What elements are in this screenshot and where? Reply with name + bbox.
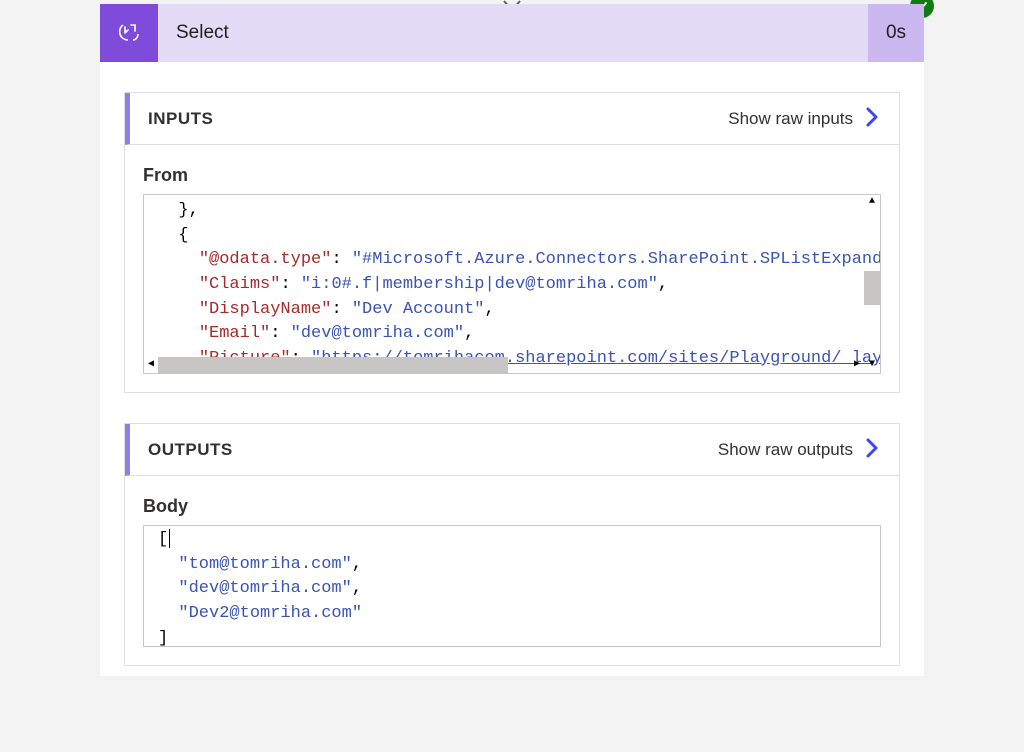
horizontal-scroll-thumb[interactable]	[158, 357, 508, 373]
action-duration: 0s	[868, 4, 924, 62]
scroll-down-arrow-icon[interactable]: ▼	[864, 357, 880, 373]
from-field-label: From	[143, 165, 881, 186]
action-card: Select 0s INPUTS Show raw inputs From },…	[100, 4, 924, 676]
outputs-panel-title: OUTPUTS	[148, 440, 718, 460]
inputs-panel-title: INPUTS	[148, 109, 728, 129]
inputs-panel-header: INPUTS Show raw inputs	[125, 93, 899, 145]
vertical-scrollbar[interactable]: ▲	[864, 195, 880, 357]
inputs-panel: INPUTS Show raw inputs From }, { "@odata…	[124, 92, 900, 393]
chevron-right-icon[interactable]	[863, 438, 881, 461]
action-header[interactable]: Select 0s	[100, 4, 924, 62]
scroll-left-arrow-icon[interactable]: ◀	[144, 357, 158, 373]
horizontal-scrollbar[interactable]: ◀ ▶ ▼	[144, 357, 880, 373]
scroll-up-arrow-icon[interactable]: ▲	[864, 195, 880, 209]
chevron-right-icon[interactable]	[863, 107, 881, 130]
body-field-label: Body	[143, 496, 881, 517]
select-action-icon	[100, 4, 158, 62]
show-raw-outputs-link[interactable]: Show raw outputs	[718, 440, 853, 460]
from-json-viewer[interactable]: }, { "@odata.type": "#Microsoft.Azure.Co…	[143, 194, 881, 374]
show-raw-inputs-link[interactable]: Show raw inputs	[728, 109, 853, 129]
scroll-right-arrow-icon[interactable]: ▶	[850, 357, 864, 373]
action-title: Select	[158, 22, 868, 44]
outputs-panel-header: OUTPUTS Show raw outputs	[125, 424, 899, 476]
vertical-scroll-thumb[interactable]	[864, 271, 880, 305]
text-caret	[169, 529, 170, 548]
outputs-panel: OUTPUTS Show raw outputs Body [ "tom@tom…	[124, 423, 900, 666]
body-json-viewer[interactable]: [ "tom@tomriha.com", "dev@tomriha.com", …	[143, 525, 881, 647]
